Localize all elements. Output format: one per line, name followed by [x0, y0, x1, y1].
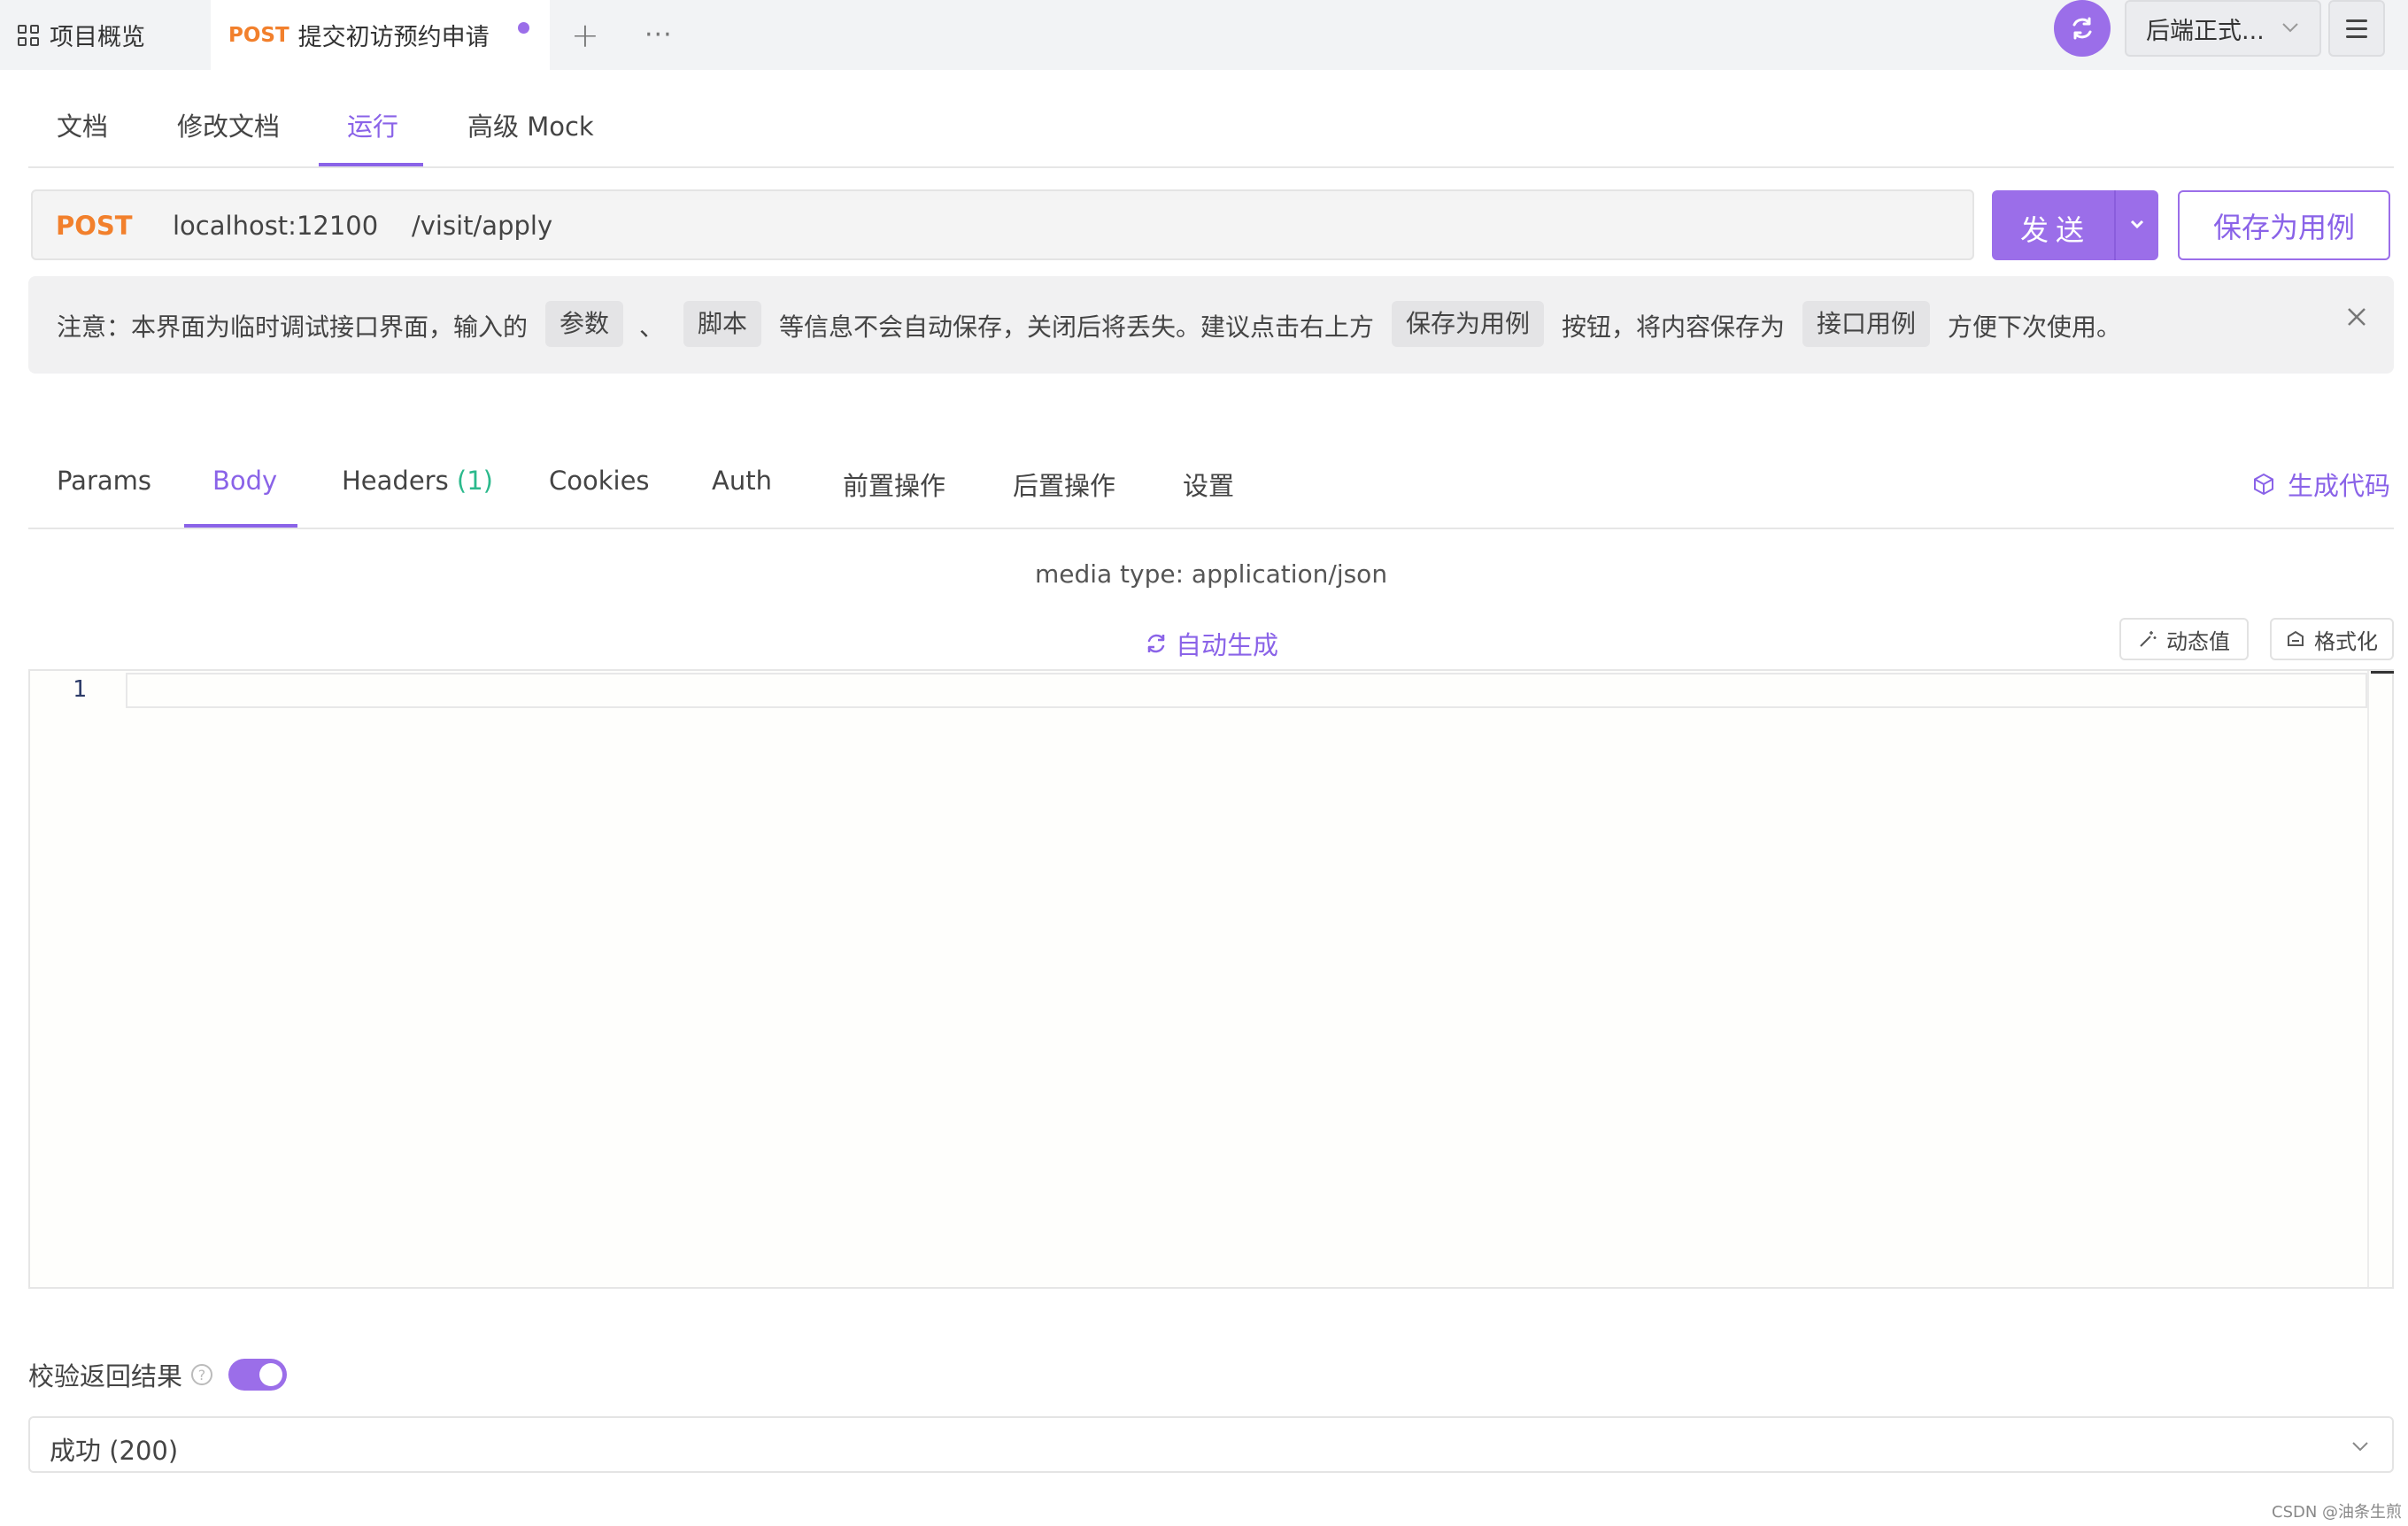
expected-result-select[interactable]: 成功 (200)	[28, 1416, 2394, 1473]
notice-text-3: 按钮，将内容保存为	[1562, 312, 1786, 342]
line-number: 1	[73, 676, 87, 703]
menu-icon	[2346, 19, 2367, 22]
main-menu-button[interactable]	[2328, 0, 2385, 57]
notice-text-1: 注意：本界面为临时调试接口界面，输入的	[57, 312, 529, 342]
headers-count-badge: (1)	[456, 466, 494, 496]
tab-headers[interactable]: Headers (1)	[342, 466, 493, 496]
chevron-down-icon	[2282, 23, 2298, 33]
media-type-label: media type: application/json	[1034, 559, 1388, 589]
tab-auth[interactable]: Auth	[712, 466, 772, 496]
validate-response-row: 校验返回结果 ?	[28, 1356, 288, 1393]
more-icon: ···	[644, 19, 673, 50]
generate-code-button[interactable]: 生成代码	[2252, 466, 2390, 503]
expected-result-value: 成功 (200)	[50, 1436, 179, 1466]
notice-separator: 、	[639, 312, 665, 342]
validate-response-label: 校验返回结果	[28, 1361, 183, 1391]
active-tab-indicator	[319, 163, 423, 166]
tab-cookies[interactable]: Cookies	[549, 466, 650, 496]
notice-chip-script: 脚本	[683, 301, 762, 347]
chevron-down-icon[interactable]	[2126, 213, 2148, 235]
environment-select[interactable]: 后端正式...	[2125, 0, 2321, 57]
send-button-label: 发送	[2020, 213, 2092, 247]
request-path[interactable]: /visit/apply	[412, 211, 552, 241]
dynamic-value-button[interactable]: 动态值	[2119, 618, 2249, 660]
environment-value: 后端正式...	[2146, 17, 2265, 45]
toggle-knob	[259, 1363, 283, 1386]
grid-icon	[18, 24, 39, 46]
validate-response-toggle[interactable]	[228, 1359, 288, 1391]
request-url-bar[interactable]: POST localhost:12100 /visit/apply	[31, 189, 1974, 260]
sync-button[interactable]	[2054, 0, 2111, 57]
tab-doc[interactable]: 文档	[57, 90, 108, 168]
more-tabs-button[interactable]: ···	[644, 0, 673, 70]
tab-run[interactable]: 运行	[347, 90, 398, 168]
auto-generate-button[interactable]: 自动生成	[1144, 625, 1278, 662]
plus-icon: +	[571, 15, 599, 55]
chevron-down-icon	[2352, 1442, 2368, 1452]
request-host[interactable]: localhost:12100	[173, 211, 378, 241]
save-as-case-button[interactable]: 保存为用例	[2178, 190, 2390, 260]
generate-code-label: 生成代码	[2288, 471, 2391, 501]
tab-project-overview[interactable]: 项目概览	[18, 0, 145, 70]
sub-tabs: 文档 修改文档 运行 高级 Mock	[28, 90, 2394, 168]
dynamic-value-label: 动态值	[2166, 628, 2230, 654]
tab-edit-doc[interactable]: 修改文档	[177, 90, 280, 168]
tab-api-title: 提交初访预约申请	[297, 24, 490, 51]
tab-post-operations[interactable]: 后置操作	[1013, 466, 1115, 503]
editor-scrollbar[interactable]	[2367, 671, 2394, 1287]
code-cube-icon	[2254, 473, 2273, 496]
notice-chip-api-case: 接口用例	[1802, 301, 1931, 347]
tab-headers-label: Headers	[342, 466, 449, 496]
top-tab-bar: 项目概览 POST 提交初访预约申请 + ··· 后端正式...	[0, 0, 2408, 70]
magic-wand-icon	[2140, 631, 2157, 647]
auto-generate-label: 自动生成	[1176, 630, 1279, 660]
request-method[interactable]: POST	[56, 211, 133, 241]
tab-pre-operations[interactable]: 前置操作	[843, 466, 945, 503]
format-label: 格式化	[2314, 628, 2378, 654]
tab-method-badge: POST	[228, 23, 289, 47]
refresh-icon	[1147, 634, 1165, 653]
app-root: 项目概览 POST 提交初访预约申请 + ··· 后端正式... 文档 修改文档…	[0, 0, 2408, 1526]
format-button[interactable]: 格式化	[2270, 618, 2394, 660]
notice-chip-params: 参数	[545, 301, 624, 347]
editor-active-line[interactable]	[126, 673, 2367, 708]
unsaved-dot-icon	[518, 22, 529, 34]
tab-api-request[interactable]: POST 提交初访预约申请	[211, 0, 550, 70]
tab-project-overview-label: 项目概览	[50, 24, 145, 51]
notice-text-2: 等信息不会自动保存，关闭后将丢失。建议点击右上方	[779, 312, 1375, 342]
tab-params[interactable]: Params	[57, 466, 151, 496]
close-icon[interactable]	[2344, 304, 2369, 329]
tab-body[interactable]: Body	[212, 466, 277, 496]
add-tab-button[interactable]: +	[571, 0, 599, 70]
temp-debug-notice: 注意：本界面为临时调试接口界面，输入的 参数 、 脚本 等信息不会自动保存，关闭…	[28, 276, 2394, 374]
send-button[interactable]: 发送	[1992, 190, 2158, 260]
tab-advanced-mock[interactable]: 高级 Mock	[467, 90, 594, 168]
send-button-divider	[2114, 190, 2116, 260]
sync-icon	[2072, 17, 2092, 40]
active-body-tab-indicator	[184, 524, 297, 528]
request-body-tabs: Params Body Headers (1) Cookies Auth 前置操…	[28, 451, 2394, 529]
help-icon[interactable]: ?	[191, 1364, 213, 1385]
json-body-editor[interactable]: 1	[28, 669, 2394, 1289]
editor-scroll-marker	[2371, 671, 2394, 674]
tab-settings[interactable]: 设置	[1183, 466, 1234, 503]
format-icon	[2288, 630, 2304, 646]
notice-chip-save-case: 保存为用例	[1392, 301, 1545, 347]
watermark: CSDN @油条生煎	[2272, 1503, 2403, 1522]
notice-text-4: 方便下次使用。	[1948, 312, 2122, 342]
